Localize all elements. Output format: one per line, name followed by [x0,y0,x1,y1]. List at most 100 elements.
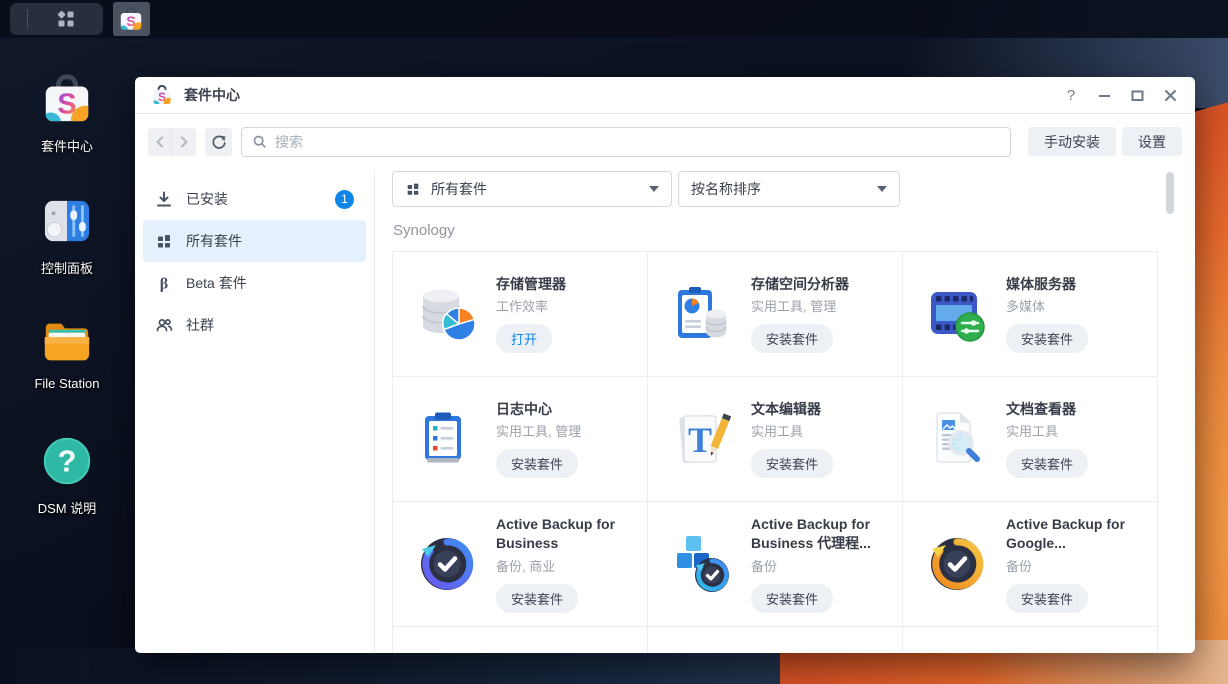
scrollbar-thumb[interactable] [1166,172,1174,214]
sidebar-item-label: 社群 [186,317,214,333]
minimize-button[interactable] [1095,86,1113,104]
package-category: 备份, 商业 [496,558,556,574]
close-icon [1164,89,1177,102]
package-center-window: S 套件中心 ? 手动安装 设置 已安装 1 所有套件 β Beta 套件 [135,77,1195,653]
package-action-button[interactable]: 安装套件 [1006,449,1089,479]
category-dropdown[interactable]: 所有套件 [392,171,672,207]
package-card-partial [393,626,648,653]
package-card: T 文本编辑器 实用工具 安装套件 [648,376,903,501]
package-action-button[interactable]: 安装套件 [751,449,834,479]
desktop-icon-file-station[interactable]: File Station [12,312,122,391]
window-title: 套件中心 [184,87,240,103]
maximize-icon [1131,89,1144,102]
package-card: 媒体服务器 多媒体 安装套件 [903,251,1158,376]
package-title: Active Backup for Business [496,516,616,551]
svg-text:S: S [57,88,76,120]
sidebar-item-beta[interactable]: β Beta 套件 [143,262,366,304]
desktop-icon-package-center[interactable]: S 套件中心 [12,72,122,155]
package-category: 多媒体 [1006,299,1046,315]
desktop-icon-label: 套件中心 [40,139,93,154]
package-card: Active Backup for Google... 备份 安装套件 [903,501,1158,626]
back-button[interactable] [148,127,172,156]
search-input[interactable] [275,133,1000,150]
package-card: 存储空间分析器 实用工具, 管理 安装套件 [648,251,903,376]
settings-button[interactable]: 设置 [1122,127,1182,156]
all-packages-icon [155,232,173,250]
forward-button[interactable] [172,127,196,156]
package-category: 工作效率 [496,299,549,315]
package-title: 日志中心 [496,400,552,417]
package-card: Active Backup for Business 代理程... 备份 安装套… [648,501,903,626]
storage-manager-icon [415,282,479,346]
window-titlebar: S 套件中心 ? [135,77,1195,114]
package-action-button[interactable]: 打开 [496,324,553,354]
log-center-icon [415,407,479,471]
package-category: 实用工具 [1006,424,1059,440]
package-card: 文档查看器 实用工具 安装套件 [903,376,1158,501]
package-action-button[interactable]: 安装套件 [751,324,834,354]
package-title: Active Backup for Google... [1006,516,1126,551]
minimize-icon [1098,89,1111,102]
apps-grid-icon [54,7,78,31]
package-center-icon: S [151,84,173,106]
manual-install-button[interactable]: 手动安装 [1028,127,1116,156]
file-station-icon [40,312,94,366]
sidebar-item-label: 已安装 [186,191,228,207]
doc-viewer-icon [925,407,989,471]
community-icon [155,316,173,334]
wallpaper-streak-bottom-left [0,648,780,684]
sidebar-item-all-packages[interactable]: 所有套件 [143,220,366,262]
dsm-help-icon: ? [40,434,94,488]
refresh-icon [211,134,227,150]
chevron-right-icon [178,136,190,148]
desktop-icon-control-panel[interactable]: 控制面板 [12,194,122,277]
sidebar-item-installed[interactable]: 已安装 1 [143,178,366,220]
sort-dropdown[interactable]: 按名称排序 [678,171,900,207]
package-center-icon: S [40,72,94,126]
package-category: 备份 [751,558,778,574]
sort-dropdown-value: 按名称排序 [691,181,761,197]
download-icon [155,190,173,208]
package-action-button[interactable]: 安装套件 [751,583,834,613]
abb-agent-icon [670,532,734,596]
caret-down-icon [877,186,887,192]
svg-text:T: T [688,420,712,460]
svg-text:?: ? [58,444,77,479]
package-center-icon: S [118,6,144,32]
package-title: Active Backup for Business 代理程... [751,516,871,551]
svg-text:S: S [126,13,135,29]
package-card: Active Backup for Business 备份, 商业 安装套件 [393,501,648,626]
maximize-button[interactable] [1128,86,1146,104]
close-button[interactable] [1161,86,1179,104]
beta-icon: β [155,274,173,293]
taskbar-package-center-button[interactable]: S [113,2,150,36]
package-grid: 存储管理器 工作效率 打开 存储空间分析器 实用工具, 管理 安装套件 媒体服务… [392,251,1195,653]
abg-icon [925,532,989,596]
package-action-button[interactable]: 安装套件 [496,583,579,613]
abb-icon [415,532,479,596]
package-action-button[interactable]: 安装套件 [1006,324,1089,354]
package-title: 文档查看器 [1006,400,1076,417]
svg-text:S: S [158,91,166,104]
help-button[interactable]: ? [1062,86,1080,104]
package-card-partial [648,626,903,653]
package-category: 备份 [1006,558,1033,574]
sidebar-item-community[interactable]: 社群 [143,304,366,346]
chevron-left-icon [154,136,166,148]
package-card: 存储管理器 工作效率 打开 [393,251,648,376]
search-box [241,126,1011,157]
desktop-icon-dsm-help[interactable]: ? DSM 说明 [12,434,122,517]
desktop-icon-label: DSM 说明 [37,501,97,516]
main-menu-button[interactable] [10,3,103,35]
package-title: 存储管理器 [496,275,566,292]
search-icon [252,134,267,149]
refresh-button[interactable] [205,127,232,156]
package-title: 存储空间分析器 [751,275,849,292]
content-area: 所有套件 按名称排序 Synology 存储管理器 工作效率 打开 存储空间分析… [375,169,1195,653]
package-category: 实用工具 [751,424,804,440]
taskbar: S [0,0,1228,38]
package-action-button[interactable]: 安装套件 [496,449,579,479]
package-card-partial [903,626,1158,653]
package-action-button[interactable]: 安装套件 [1006,583,1089,613]
svg-text:β: β [160,276,168,293]
